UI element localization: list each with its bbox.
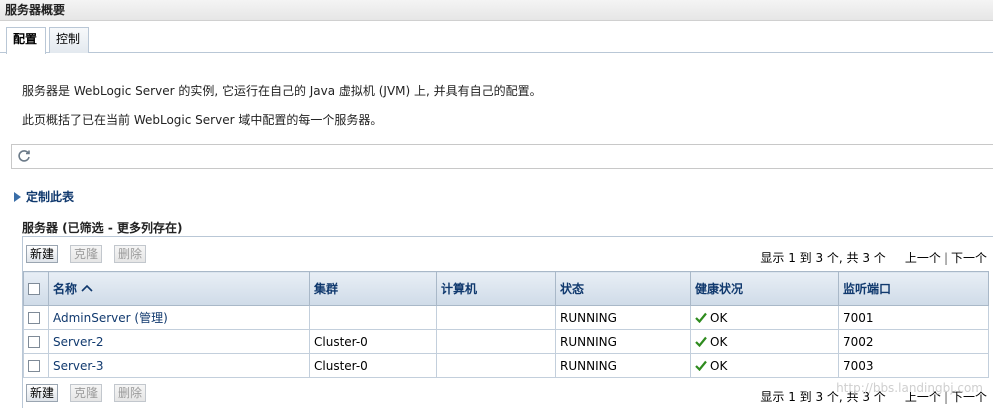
pager-prev[interactable]: 上一个 bbox=[905, 251, 941, 265]
cell-state: RUNNING bbox=[555, 305, 691, 330]
tab-control[interactable]: 控制 bbox=[49, 27, 89, 53]
checkmark-icon bbox=[695, 312, 707, 323]
cell-port: 7002 bbox=[838, 329, 989, 354]
row-checkbox[interactable] bbox=[28, 360, 40, 372]
column-header-health[interactable]: 健康状况 bbox=[690, 271, 839, 306]
delete-button-bottom[interactable]: 删除 bbox=[114, 384, 147, 402]
checkmark-icon bbox=[695, 360, 707, 371]
clone-button[interactable]: 克隆 bbox=[70, 245, 103, 263]
cell-health: OK bbox=[690, 353, 839, 378]
tab-divider bbox=[0, 52, 993, 53]
delete-button[interactable]: 删除 bbox=[114, 245, 147, 263]
cell-port: 7001 bbox=[838, 305, 989, 330]
cell-state: RUNNING bbox=[555, 353, 691, 378]
table-title: 服务器 (已筛选 - 更多列存在) bbox=[22, 221, 183, 235]
pager: 显示 1 到 3 个, 共 3 个 上一个 | 下一个 bbox=[760, 251, 987, 265]
checkmark-icon bbox=[695, 336, 707, 347]
cell-name: AdminServer (管理) bbox=[48, 305, 310, 330]
table-row: Server-2 Cluster-0 RUNNING OK 7002 bbox=[23, 329, 989, 354]
cell-cluster bbox=[309, 305, 437, 330]
column-header-name[interactable]: 名称 bbox=[48, 271, 310, 306]
customize-table-link[interactable]: 定制此表 bbox=[14, 188, 74, 205]
health-label: OK bbox=[710, 310, 728, 325]
table-row: AdminServer (管理) RUNNING OK 7001 bbox=[23, 305, 989, 330]
cell-machine bbox=[436, 329, 556, 354]
health-label: OK bbox=[710, 334, 728, 349]
new-button[interactable]: 新建 bbox=[26, 245, 59, 263]
servers-table: 名称 集群 计算机 状态 健康状况 监听端口 AdminServer (管理) … bbox=[23, 271, 989, 378]
select-all-checkbox[interactable] bbox=[28, 283, 40, 295]
tab-bar: 配置 控制 bbox=[0, 21, 993, 54]
cell-cluster: Cluster-0 bbox=[309, 353, 437, 378]
server-link[interactable]: Server-3 bbox=[53, 359, 104, 373]
cell-name: Server-2 bbox=[48, 329, 310, 354]
cell-port: 7003 bbox=[838, 353, 989, 378]
watermark: http://bbs.landingbj.com bbox=[836, 381, 983, 395]
column-name-label: 名称 bbox=[53, 282, 78, 296]
server-link[interactable]: Server-2 bbox=[53, 335, 104, 349]
cell-cluster: Cluster-0 bbox=[309, 329, 437, 354]
server-link[interactable]: AdminServer (管理) bbox=[53, 311, 168, 325]
new-button-bottom[interactable]: 新建 bbox=[26, 384, 59, 402]
row-checkbox[interactable] bbox=[28, 336, 40, 348]
expand-triangle-icon bbox=[14, 192, 21, 202]
cell-health: OK bbox=[690, 305, 839, 330]
cell-health: OK bbox=[690, 329, 839, 354]
row-select-cell bbox=[23, 353, 49, 378]
description-line-2: 此页概括了已在当前 WebLogic Server 域中配置的每一个服务器。 bbox=[22, 113, 383, 127]
table-header-row: 名称 集群 计算机 状态 健康状况 监听端口 bbox=[23, 271, 989, 306]
customize-label: 定制此表 bbox=[26, 190, 75, 204]
column-header-port[interactable]: 监听端口 bbox=[838, 271, 989, 306]
cell-state: RUNNING bbox=[555, 329, 691, 354]
select-all-header bbox=[23, 271, 49, 306]
refresh-bar bbox=[11, 144, 993, 169]
column-header-state[interactable]: 状态 bbox=[555, 271, 691, 306]
tab-configuration[interactable]: 配置 bbox=[6, 27, 46, 54]
health-label: OK bbox=[710, 358, 728, 373]
row-select-cell bbox=[23, 305, 49, 330]
row-checkbox[interactable] bbox=[28, 312, 40, 324]
column-header-cluster[interactable]: 集群 bbox=[309, 271, 437, 306]
cell-machine bbox=[436, 305, 556, 330]
row-select-cell bbox=[23, 329, 49, 354]
column-header-machine[interactable]: 计算机 bbox=[436, 271, 556, 306]
table-toolbar-top: 新建 克隆 删除 显示 1 到 3 个, 共 3 个 上一个 | 下一个 bbox=[23, 241, 991, 271]
cell-machine bbox=[436, 353, 556, 378]
table-row: Server-3 Cluster-0 RUNNING OK 7003 bbox=[23, 353, 989, 378]
cell-name: Server-3 bbox=[48, 353, 310, 378]
page-title: 服务器概要 bbox=[0, 0, 993, 21]
pager-next[interactable]: 下一个 bbox=[951, 251, 987, 265]
sort-ascending-icon[interactable] bbox=[81, 284, 93, 292]
pager-summary: 显示 1 到 3 个, 共 3 个 bbox=[760, 251, 886, 265]
clone-button-bottom[interactable]: 克隆 bbox=[70, 384, 103, 402]
refresh-icon[interactable] bbox=[16, 148, 32, 164]
description-line-1: 服务器是 WebLogic Server 的实例, 它运行在自己的 Java 虚… bbox=[22, 84, 542, 98]
